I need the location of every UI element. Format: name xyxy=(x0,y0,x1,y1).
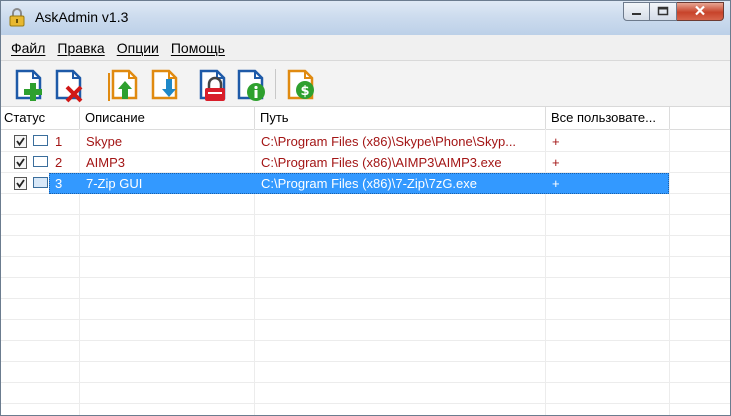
minimize-icon xyxy=(631,3,642,21)
grid-line xyxy=(1,403,730,404)
grid-line xyxy=(1,340,730,341)
status-window-icon xyxy=(33,135,48,146)
row-checkbox[interactable] xyxy=(14,135,27,148)
close-icon xyxy=(694,3,706,21)
add-button[interactable] xyxy=(13,65,49,103)
programs-table[interactable]: Статус Описание Путь Все пользовате... 1… xyxy=(1,107,730,415)
checkmark-icon xyxy=(16,179,25,189)
minimize-button[interactable] xyxy=(623,2,650,21)
row-number: 1 xyxy=(55,134,63,149)
table-row[interactable]: 1 Skype C:\Program Files (x86)\Skype\Pho… xyxy=(1,131,730,152)
maximize-button[interactable] xyxy=(650,2,677,21)
toolbar-separator xyxy=(275,69,276,99)
grid-line xyxy=(1,382,730,383)
app-lock-icon xyxy=(9,7,25,27)
row-number: 2 xyxy=(55,155,63,170)
row-all-users: + xyxy=(552,176,560,191)
export-icon xyxy=(149,69,185,107)
column-header-status[interactable]: Статус xyxy=(1,107,80,129)
menu-options[interactable]: Опции xyxy=(111,40,165,56)
menu-edit[interactable]: Правка xyxy=(51,40,110,56)
lock-icon xyxy=(195,69,231,107)
table-row[interactable]: 2 AIMP3 C:\Program Files (x86)\AIMP3\AIM… xyxy=(1,152,730,173)
row-all-users: + xyxy=(552,134,560,149)
donate-icon: $ xyxy=(285,69,321,107)
grid-line xyxy=(1,256,730,257)
column-header-description[interactable]: Описание xyxy=(80,107,255,129)
donate-button[interactable]: $ xyxy=(285,65,321,103)
row-number: 3 xyxy=(55,176,63,191)
remove-button[interactable] xyxy=(53,65,89,103)
toolbar: $ xyxy=(1,61,730,107)
row-all-users: + xyxy=(552,155,560,170)
grid-line xyxy=(1,214,730,215)
row-description: 7-Zip GUI xyxy=(86,176,143,191)
checkmark-icon xyxy=(16,137,25,147)
row-path: C:\Program Files (x86)\AIMP3\AIMP3.exe xyxy=(261,155,502,170)
row-description: AIMP3 xyxy=(86,155,126,170)
maximize-icon xyxy=(657,3,669,21)
column-header-all-users[interactable]: Все пользовате... xyxy=(546,107,670,129)
grid-line xyxy=(1,235,730,236)
grid-line xyxy=(1,361,730,362)
lock-button[interactable] xyxy=(195,65,231,103)
export-button[interactable] xyxy=(149,65,185,103)
title-bar[interactable]: AskAdmin v1.3 xyxy=(1,1,730,35)
row-path: C:\Program Files (x86)\Skype\Phone\Skyp.… xyxy=(261,134,517,149)
svg-text:$: $ xyxy=(300,84,309,99)
status-window-icon xyxy=(33,156,48,167)
column-header-path[interactable]: Путь xyxy=(255,107,546,129)
app-window: AskAdmin v1.3 Файл Правка Опции Помощь $… xyxy=(0,0,731,416)
checkmark-icon xyxy=(16,158,25,168)
row-checkbox[interactable] xyxy=(14,156,27,169)
menu-file[interactable]: Файл xyxy=(1,40,51,56)
menu-bar: Файл Правка Опции Помощь xyxy=(1,35,730,61)
table-header: Статус Описание Путь Все пользовате... xyxy=(1,107,730,130)
remove-file-icon xyxy=(53,69,89,107)
close-button[interactable] xyxy=(677,2,724,21)
grid-line xyxy=(1,277,730,278)
import-icon xyxy=(105,69,141,107)
window-title: AskAdmin v1.3 xyxy=(35,9,129,25)
import-button[interactable] xyxy=(105,65,141,103)
table-row[interactable]: 3 7-Zip GUI C:\Program Files (x86)\7-Zip… xyxy=(1,173,730,194)
menu-help[interactable]: Помощь xyxy=(165,40,231,56)
grid-line xyxy=(1,319,730,320)
row-checkbox[interactable] xyxy=(14,177,27,190)
info-icon xyxy=(235,69,271,107)
info-button[interactable] xyxy=(235,65,271,103)
status-window-icon xyxy=(33,177,48,188)
row-path: C:\Program Files (x86)\7-Zip\7zG.exe xyxy=(261,176,478,191)
add-file-icon xyxy=(13,69,49,107)
window-controls xyxy=(623,2,724,22)
grid-line xyxy=(1,298,730,299)
row-description: Skype xyxy=(86,134,123,149)
